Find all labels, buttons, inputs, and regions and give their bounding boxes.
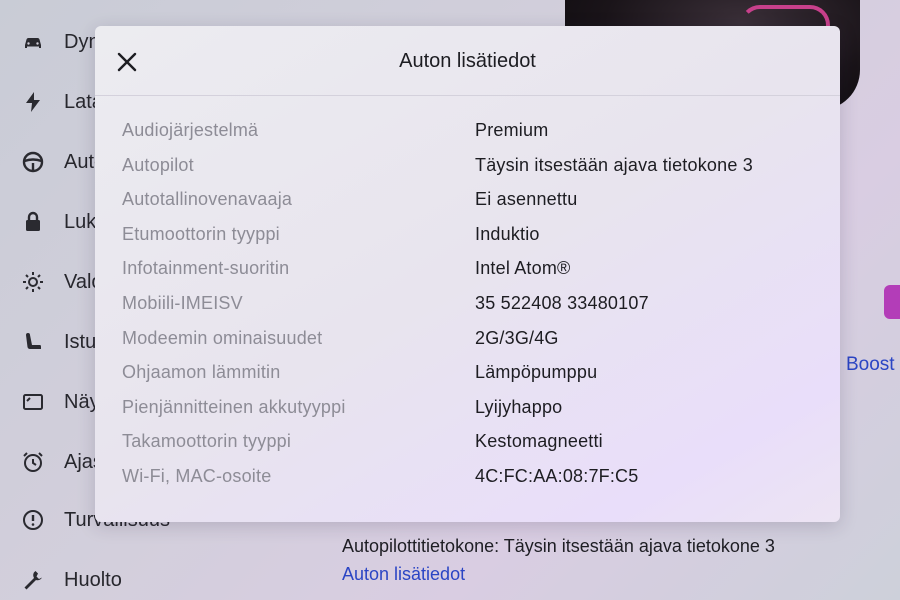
spec-value: Kestomagneetti bbox=[475, 431, 603, 452]
spec-label: Mobiili-IMEISV bbox=[122, 292, 243, 313]
spec-row: Audiojärjestelmä Premium bbox=[95, 114, 840, 149]
spec-value: Lyijyhappo bbox=[475, 396, 563, 417]
spec-value: 35 522408 33480107 bbox=[475, 292, 649, 313]
spec-row: Ohjaamon lämmitin Lämpöpumppu bbox=[95, 356, 840, 391]
spec-value: Premium bbox=[475, 120, 549, 140]
spec-row: Wi-Fi, MAC-osoite 4C:FC:AA:08:7F:C5 bbox=[95, 460, 840, 495]
spec-label: Pienjännitteinen akkutyyppi bbox=[122, 396, 346, 417]
spec-value: 2G/3G/4G bbox=[475, 327, 559, 348]
autopilot-computer-text: Autopilottitietokone: Täysin itsestään a… bbox=[342, 536, 775, 556]
spec-value: Induktio bbox=[475, 223, 540, 244]
sun-icon bbox=[20, 269, 46, 295]
sidebar-item-label: Huolto bbox=[64, 568, 122, 591]
spec-label: Wi-Fi, MAC-osoite bbox=[122, 465, 272, 486]
spec-label: Ohjaamon lämmitin bbox=[122, 362, 281, 383]
alarm-clock-icon bbox=[20, 449, 46, 475]
vehicle-details-link[interactable]: Auton lisätiedot bbox=[342, 564, 465, 585]
spec-label: Takamoottorin tyyppi bbox=[122, 431, 292, 452]
spec-list: Audiojärjestelmä Premium Autopilot Täysi… bbox=[95, 114, 840, 495]
spec-label: Infotainment-suoritin bbox=[122, 258, 290, 279]
vehicle-details-modal: Auton lisätiedot Audiojärjestelmä Premiu… bbox=[95, 26, 840, 522]
spec-value: Intel Atom® bbox=[475, 258, 571, 279]
spec-value: Lämpöpumppu bbox=[475, 362, 598, 383]
lock-icon bbox=[20, 209, 46, 235]
spec-row: Mobiili-IMEISV 35 522408 33480107 bbox=[95, 287, 840, 322]
spec-row: Infotainment-suoritin Intel Atom® bbox=[95, 252, 840, 287]
spec-label: Modeemin ominaisuudet bbox=[122, 327, 323, 348]
modal-title: Auton lisätiedot bbox=[399, 50, 536, 72]
spec-row: Pienjännitteinen akkutyyppi Lyijyhappo bbox=[95, 391, 840, 426]
boost-link[interactable]: Boost bbox=[846, 354, 895, 376]
modal-header: Auton lisätiedot bbox=[95, 26, 840, 96]
spec-label: Etumoottorin tyyppi bbox=[122, 223, 280, 244]
spec-row: Takamoottorin tyyppi Kestomagneetti bbox=[95, 425, 840, 460]
display-icon bbox=[20, 389, 46, 415]
steering-wheel-icon bbox=[20, 149, 46, 175]
upgrade-tile bbox=[884, 285, 900, 319]
spec-row: Autopilot Täysin itsestään ajava tietoko… bbox=[95, 149, 840, 184]
lightning-icon bbox=[20, 89, 46, 115]
spec-value: 4C:FC:AA:08:7F:C5 bbox=[475, 465, 639, 486]
seat-icon bbox=[20, 329, 46, 355]
sidebar-item-service[interactable]: Huolto bbox=[20, 560, 122, 600]
alert-circle-icon bbox=[20, 507, 46, 533]
spec-value: Täysin itsestään ajava tietokone 3 bbox=[475, 154, 753, 175]
spec-label: Autopilot bbox=[122, 154, 194, 175]
spec-row: Modeemin ominaisuudet 2G/3G/4G bbox=[95, 322, 840, 357]
spec-row: Autotallinovenavaaja Ei asennettu bbox=[95, 183, 840, 218]
spec-label: Autotallinovenavaaja bbox=[122, 189, 293, 210]
wrench-icon bbox=[20, 567, 46, 593]
spec-value: Ei asennettu bbox=[475, 189, 578, 210]
car-icon bbox=[20, 29, 46, 55]
spec-label: Audiojärjestelmä bbox=[122, 120, 259, 140]
spec-row: Etumoottorin tyyppi Induktio bbox=[95, 218, 840, 253]
